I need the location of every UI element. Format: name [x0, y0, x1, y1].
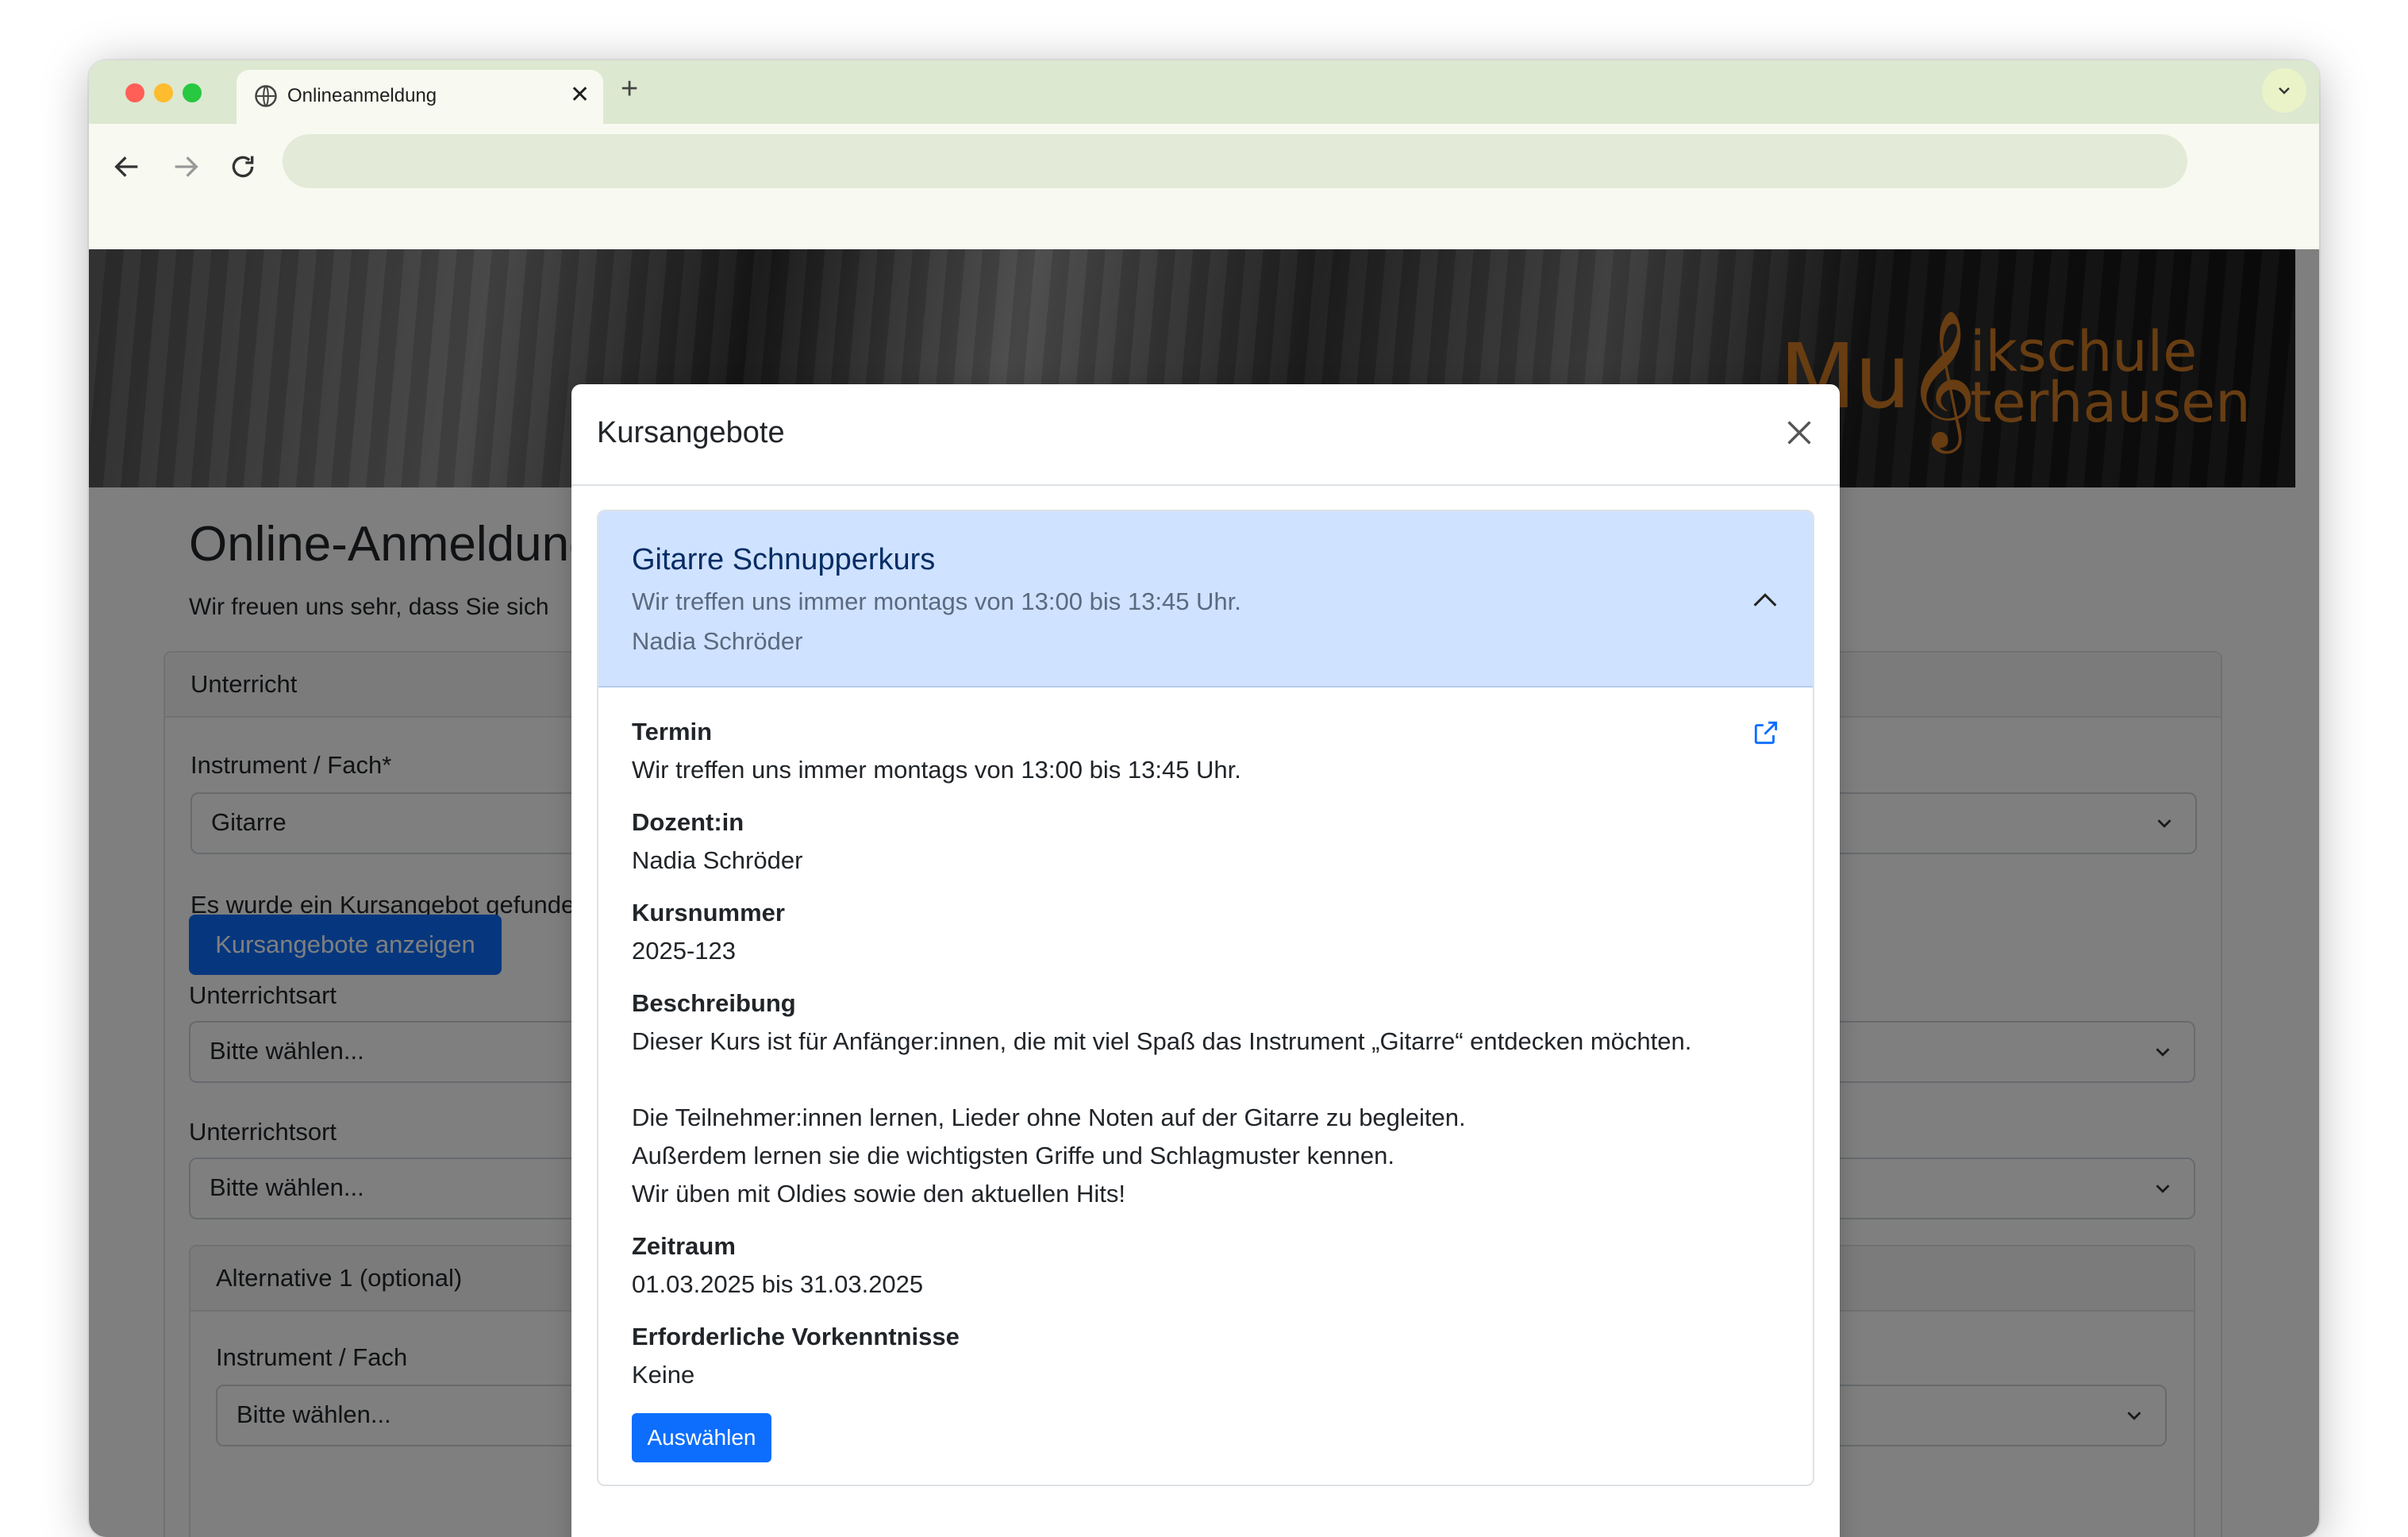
- kursnummer-label: Kursnummer: [632, 899, 785, 926]
- globe-icon: [255, 85, 277, 107]
- modal-header: Kursangebote: [571, 384, 1840, 486]
- beschreibung-line: Außerdem lernen sie die wichtigsten Grif…: [632, 1142, 1394, 1169]
- kursnummer-value: 2025-123: [632, 937, 737, 965]
- course-schedule: Wir treffen uns immer montags von 13:00 …: [632, 587, 1241, 615]
- browser-window: Onlineanmeldung ✕ + Mu 𝄞 ikschule: [89, 60, 2319, 1537]
- accordion-header[interactable]: Gitarre Schnupperkurs Wir treffen uns im…: [598, 511, 1813, 688]
- beschreibung-line: Die Teilnehmer:innen lernen, Lieder ohne…: [632, 1104, 1466, 1131]
- minimize-window-button[interactable]: [154, 83, 173, 102]
- zeitraum-label: Zeitraum: [632, 1232, 736, 1260]
- beschreibung-label: Beschreibung: [632, 989, 796, 1017]
- zoom-window-button[interactable]: [183, 83, 202, 102]
- select-course-button[interactable]: Auswählen: [632, 1413, 771, 1462]
- address-bar[interactable]: [283, 134, 2187, 188]
- dozent-label: Dozent:in: [632, 808, 744, 836]
- course-name: Gitarre Schnupperkurs: [632, 543, 936, 576]
- vorkenntnisse-label: Erforderliche Vorkenntnisse: [632, 1323, 960, 1350]
- back-arrow-icon[interactable]: [111, 151, 143, 183]
- termin-label: Termin: [632, 718, 713, 745]
- forward-arrow-icon[interactable]: [170, 151, 202, 183]
- page-viewport: Mu 𝄞 ikschule terhausen Online-Anmeldung…: [89, 249, 2319, 1537]
- close-icon[interactable]: [1781, 414, 1818, 451]
- chevron-up-icon[interactable]: [1749, 584, 1781, 616]
- course-accordion: Gitarre Schnupperkurs Wir treffen uns im…: [597, 510, 1814, 1486]
- reload-icon[interactable]: [227, 151, 259, 183]
- vorkenntnisse-value: Keine: [632, 1361, 695, 1389]
- tab-title: Onlineanmeldung: [287, 85, 437, 106]
- chevron-down-icon: [2279, 87, 2290, 94]
- zeitraum-value: 01.03.2025 bis 31.03.2025: [632, 1270, 924, 1298]
- external-link-icon[interactable]: [1751, 718, 1781, 748]
- dozent-value: Nadia Schröder: [632, 846, 803, 874]
- course-offers-modal: Kursangebote Gitarre Schnupperkurs Wir t…: [571, 384, 1840, 1537]
- new-tab-button[interactable]: +: [621, 73, 638, 105]
- course-teacher: Nadia Schröder: [632, 627, 803, 655]
- beschreibung-line: Wir üben mit Oldies sowie den aktuellen …: [632, 1180, 1125, 1208]
- beschreibung-line: Dieser Kurs ist für Anfänger:innen, die …: [632, 1027, 1692, 1055]
- termin-value: Wir treffen uns immer montags von 13:00 …: [632, 756, 1241, 784]
- browser-tab[interactable]: Onlineanmeldung ✕: [237, 70, 603, 125]
- tab-search-button[interactable]: [2262, 68, 2306, 113]
- tab-close-icon[interactable]: ✕: [570, 79, 590, 111]
- tab-strip: Onlineanmeldung ✕ +: [89, 60, 2319, 125]
- modal-title: Kursangebote: [597, 416, 785, 449]
- close-window-button[interactable]: [125, 83, 144, 102]
